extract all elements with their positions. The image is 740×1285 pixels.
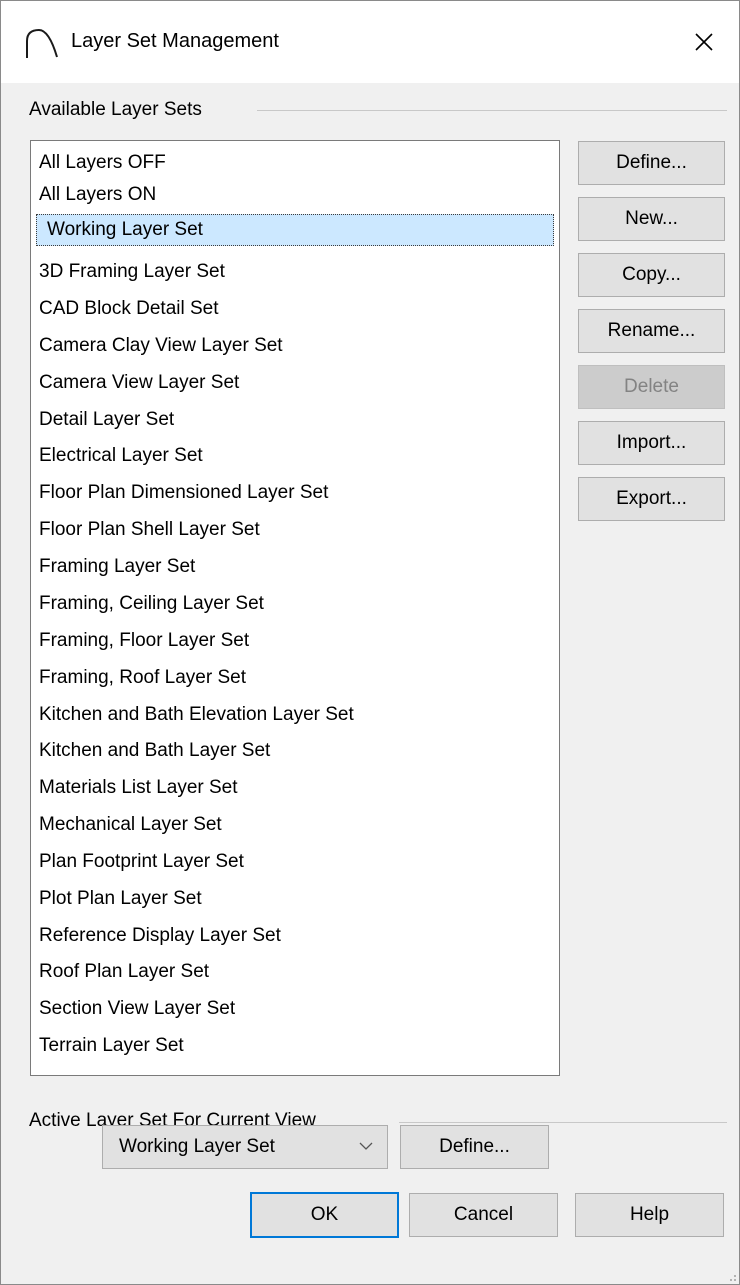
list-item[interactable]: Mechanical Layer Set [39,809,222,841]
active-define-button[interactable]: Define... [400,1125,549,1169]
list-item[interactable]: Detail Layer Set [39,404,174,436]
dropdown-value: Working Layer Set [119,1136,275,1157]
available-layer-sets-label: Available Layer Sets [29,99,212,121]
list-item[interactable]: Framing, Roof Layer Set [39,662,246,694]
list-item[interactable]: Reference Display Layer Set [39,920,281,952]
import-button[interactable]: Import... [578,421,725,465]
list-item[interactable]: All Layers OFF [39,147,166,179]
list-item[interactable]: Plot Plan Layer Set [39,883,202,915]
list-item-selected[interactable]: Working Layer Set [36,214,554,246]
active-layer-set-dropdown[interactable]: Working Layer Set [102,1125,388,1169]
list-item[interactable]: Plan Footprint Layer Set [39,846,244,878]
ok-button[interactable]: OK [250,1192,399,1238]
list-item[interactable]: Framing, Floor Layer Set [39,625,249,657]
layer-set-management-dialog: Layer Set Management Available Layer Set… [0,0,740,1285]
list-item[interactable]: Kitchen and Bath Layer Set [39,735,270,767]
arc-logo-icon [26,28,58,58]
list-item[interactable]: Floor Plan Shell Layer Set [39,514,260,546]
help-button[interactable]: Help [575,1193,724,1237]
list-item[interactable]: Materials List Layer Set [39,772,238,804]
list-item[interactable]: Floor Plan Dimensioned Layer Set [39,477,328,509]
copy-button[interactable]: Copy... [578,253,725,297]
rename-button[interactable]: Rename... [578,309,725,353]
list-item[interactable]: 3D Framing Layer Set [39,256,225,288]
close-button[interactable] [669,1,739,83]
cancel-button[interactable]: Cancel [409,1193,558,1237]
list-item[interactable]: Electrical Layer Set [39,440,203,472]
list-item[interactable]: CAD Block Detail Set [39,293,219,325]
chevron-down-icon [359,1142,373,1150]
layer-set-listbox[interactable]: All Layers OFF All Layers ON Working Lay… [30,140,560,1076]
define-button[interactable]: Define... [578,141,725,185]
list-item[interactable]: Framing, Ceiling Layer Set [39,588,264,620]
new-button[interactable]: New... [578,197,725,241]
title-bar[interactable]: Layer Set Management [1,1,739,83]
list-item[interactable]: Section View Layer Set [39,993,235,1025]
group-divider [257,110,727,111]
close-icon [695,33,713,51]
list-item[interactable]: All Layers ON [39,179,156,211]
list-item[interactable]: Roof Plan Layer Set [39,956,209,988]
group-divider [399,1122,727,1123]
window-title: Layer Set Management [71,30,279,52]
export-button[interactable]: Export... [578,477,725,521]
delete-button: Delete [578,365,725,409]
list-item[interactable]: Camera View Layer Set [39,367,239,399]
list-item[interactable]: Terrain Layer Set [39,1030,184,1062]
resize-grip-icon[interactable] [725,1270,737,1282]
list-item[interactable]: Kitchen and Bath Elevation Layer Set [39,699,354,731]
list-item[interactable]: Camera Clay View Layer Set [39,330,283,362]
list-item[interactable]: Framing Layer Set [39,551,195,583]
